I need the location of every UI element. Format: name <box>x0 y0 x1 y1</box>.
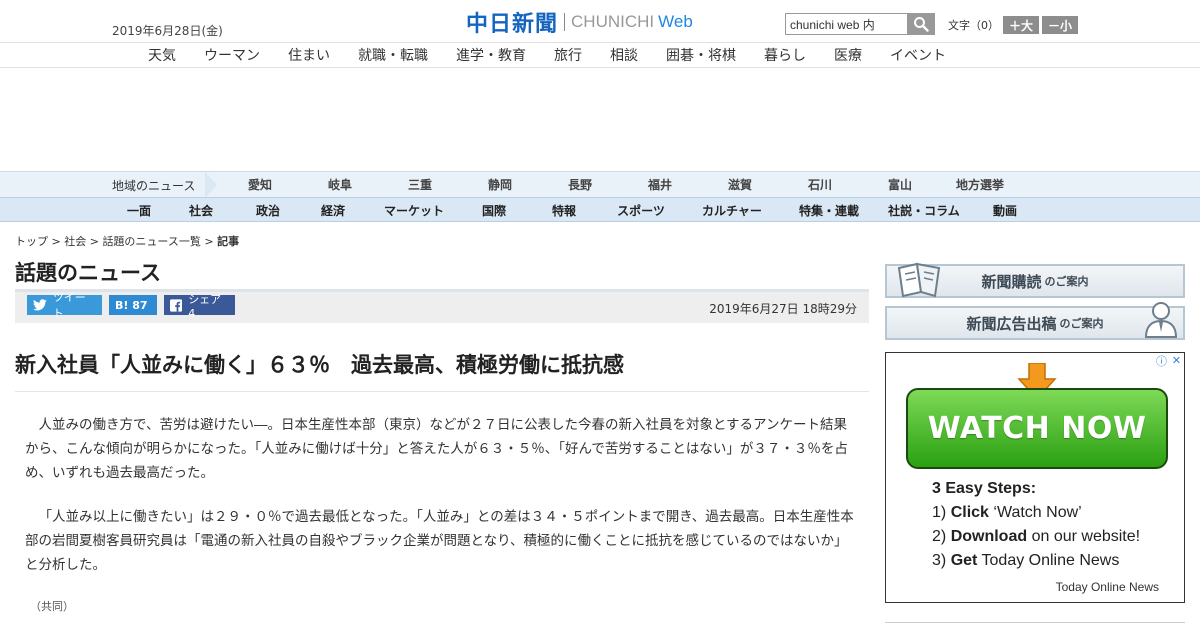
ad-close-icon[interactable]: ✕ <box>1169 353 1184 368</box>
advertise-sub: のご案内 <box>1059 317 1104 330</box>
main-nav-item[interactable]: 特集・連載 <box>784 202 874 219</box>
main-nav-item[interactable]: 一面 <box>112 202 166 219</box>
region-item[interactable]: 三重 <box>380 176 460 193</box>
cat-nav-item[interactable]: 医療 <box>820 45 876 65</box>
region-item[interactable]: 福井 <box>620 176 700 193</box>
top-ad-space <box>0 68 1200 171</box>
breadcrumb-topic-list[interactable]: 話題のニュース一覧 <box>102 235 200 248</box>
region-nav: 地域のニュース 愛知 岐阜 三重 静岡 長野 福井 滋賀 石川 富山 地方選挙 <box>0 171 1200 198</box>
main-nav-item[interactable]: 経済 <box>300 202 366 219</box>
steps-title: 3 Easy Steps: <box>932 480 1037 497</box>
cat-nav-item[interactable]: 住まい <box>274 45 344 65</box>
region-nav-label: 地域のニュース <box>112 179 196 193</box>
sidebar-divider <box>885 622 1185 623</box>
step-1: 1) Click ‘Watch Now’ <box>932 504 1082 521</box>
main-nav-item[interactable]: 国際 <box>462 202 526 219</box>
businessman-icon <box>1144 302 1178 338</box>
subscribe-sub: のご案内 <box>1044 275 1089 288</box>
region-item[interactable]: 地方選挙 <box>940 176 1020 193</box>
ad-steps: 3 Easy Steps: 1) Click ‘Watch Now’ 2) Do… <box>932 477 1140 573</box>
logo-separator <box>564 13 566 31</box>
main-nav-item[interactable]: カルチャー <box>680 202 784 219</box>
subscribe-banner[interactable]: 新聞購読 のご案内 <box>885 262 1185 298</box>
region-item[interactable]: 滋賀 <box>700 176 780 193</box>
category-nav: 天気 ウーマン 住まい 就職・転職 進学・教育 旅行 相談 囲碁・将棋 暮らし … <box>0 42 1200 68</box>
facebook-icon <box>170 298 183 312</box>
cat-nav-item[interactable]: 天気 <box>134 45 190 65</box>
cat-nav-item[interactable]: イベント <box>876 45 960 65</box>
main-nav-item[interactable]: 社会 <box>166 202 236 219</box>
font-larger-button[interactable]: ＋大 <box>1003 16 1040 34</box>
article-paragraph: 「人並み以上に働きたい」は２９・０％で過去最低となった。「人並み」との差は３４・… <box>25 509 854 573</box>
region-item[interactable]: 愛知 <box>220 176 300 193</box>
site-logo[interactable]: 中日新聞 CHUNICHI Web <box>466 10 693 37</box>
ad-info-icon[interactable]: ⓘ <box>1154 353 1169 368</box>
step-3: 3) Get Today Online News <box>932 552 1120 569</box>
main-nav-item[interactable]: 動画 <box>974 202 1036 219</box>
breadcrumb-society[interactable]: 社会 <box>64 235 86 248</box>
main-nav-item[interactable]: 政治 <box>236 202 300 219</box>
cat-nav-item[interactable]: 進学・教育 <box>442 45 540 65</box>
ad-controls: ⓘ ✕ <box>1154 353 1184 368</box>
section-title: 話題のニュース <box>15 261 161 285</box>
facebook-label: シェア 4 <box>188 292 222 320</box>
cat-nav-item[interactable]: 旅行 <box>540 45 596 65</box>
main-nav-item[interactable]: 社説・コラム <box>874 202 974 219</box>
article-paragraph: 人並みの働き方で、苦労は避けたい―。日本生産性本部（東京）などが２７日に公表した… <box>25 417 848 481</box>
article-headline: 新入社員「人並みに働く」６３％ 過去最高、積極労働に抵抗感 <box>15 349 869 392</box>
region-item[interactable]: 長野 <box>540 176 620 193</box>
search-input[interactable] <box>785 13 907 35</box>
font-size-label: 文字（0） <box>948 19 999 32</box>
font-size-control: 文字（0） ＋大 －小 <box>948 16 1079 34</box>
font-smaller-button[interactable]: －小 <box>1042 16 1079 34</box>
share-bar: ツイート B! 87 シェア 4 2019年6月27日 18時29分 <box>15 289 869 323</box>
breadcrumb-current: 記事 <box>217 235 240 248</box>
cat-nav-item[interactable]: 就職・転職 <box>344 45 442 65</box>
hatena-label: B! 87 <box>115 298 148 312</box>
search-button[interactable] <box>907 13 935 35</box>
publish-date: 2019年6月27日 18時29分 <box>709 302 857 316</box>
breadcrumb: トップ > 社会 > 話題のニュース一覧 > 記事 <box>15 235 240 248</box>
article-credit: （共同） <box>30 600 74 613</box>
main-nav: 一面 社会 政治 経済 マーケット 国際 特報 スポーツ カルチャー 特集・連載… <box>0 197 1200 222</box>
logo-japanese: 中日新聞 <box>466 12 559 37</box>
cat-nav-item[interactable]: 暮らし <box>750 45 820 65</box>
main-nav-item[interactable]: 特報 <box>526 202 602 219</box>
site-search <box>785 13 935 35</box>
cat-nav-item[interactable]: 囲碁・将棋 <box>652 45 750 65</box>
twitter-icon <box>33 299 47 311</box>
current-date: 2019年6月28日(金) <box>112 24 223 38</box>
main-nav-item[interactable]: マーケット <box>366 202 462 219</box>
sidebar-ad[interactable]: ⓘ ✕ WATCH NOW 3 Easy Steps: 1) Click ‘Wa… <box>885 352 1185 603</box>
step-2: 2) Download on our website! <box>932 528 1141 545</box>
newspaper-icon <box>897 262 941 298</box>
watch-now-button[interactable]: WATCH NOW <box>906 388 1168 469</box>
logo-english: CHUNICHI <box>571 12 655 31</box>
cat-nav-item[interactable]: ウーマン <box>190 45 274 65</box>
breadcrumb-top[interactable]: トップ <box>15 235 48 248</box>
facebook-share-button[interactable]: シェア 4 <box>164 293 235 320</box>
main-nav-item[interactable]: スポーツ <box>602 202 680 219</box>
tweet-button[interactable]: ツイート <box>27 291 102 320</box>
hatena-bookmark-button[interactable]: B! 87 <box>109 295 157 315</box>
search-icon <box>914 17 929 32</box>
cat-nav-item[interactable]: 相談 <box>596 45 652 65</box>
subscribe-main: 新聞購読 <box>981 272 1042 291</box>
advertise-banner[interactable]: 新聞広告出稿 のご案内 <box>885 302 1185 340</box>
ad-brand: Today Online News <box>1055 580 1159 594</box>
region-item[interactable]: 富山 <box>860 176 940 193</box>
region-item[interactable]: 静岡 <box>460 176 540 193</box>
region-arrow-icon <box>205 172 217 198</box>
region-item[interactable]: 岐阜 <box>300 176 380 193</box>
logo-web: Web <box>658 12 693 31</box>
tweet-label: ツイート <box>52 291 86 320</box>
advertise-main: 新聞広告出稿 <box>966 314 1057 333</box>
region-item[interactable]: 石川 <box>780 176 860 193</box>
